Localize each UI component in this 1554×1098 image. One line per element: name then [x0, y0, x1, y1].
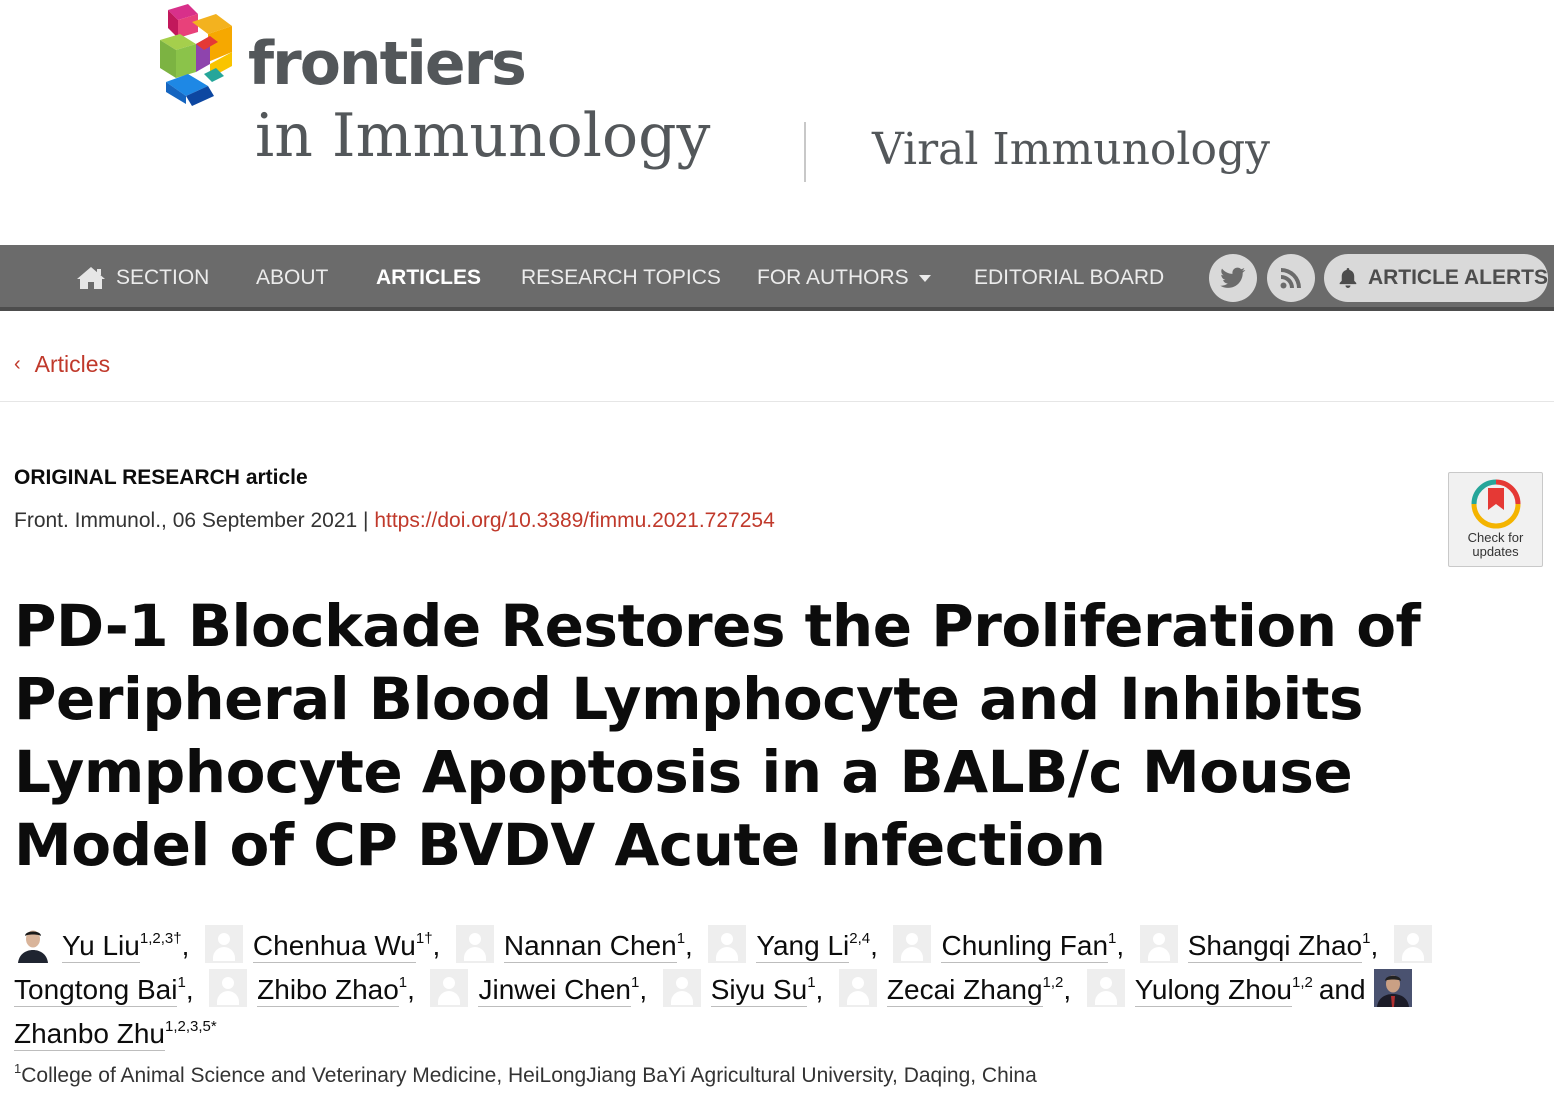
site-header: frontiers in Immunology Viral Immunology	[0, 0, 1554, 245]
author-affiliation-sup: 1,2,3,5*	[165, 1018, 217, 1035]
author-affiliation-sup: 2,4	[849, 930, 871, 947]
brand-name[interactable]: frontiers	[248, 34, 527, 94]
author-avatar	[1139, 925, 1178, 963]
nav-item-articles[interactable]: ARTICLES	[376, 245, 481, 311]
article-type-bold: ORIGINAL RESEARCH	[14, 466, 240, 489]
author-affiliation-sup: 1,2	[1291, 974, 1313, 991]
journal-name[interactable]: in Immunology	[255, 106, 710, 166]
nav-item-editorial-board[interactable]: EDITORIAL BOARD	[974, 245, 1164, 311]
nav-label: ABOUT	[256, 266, 329, 289]
author-affiliation-sup: 1	[1362, 930, 1371, 947]
nav-label: EDITORIAL BOARD	[974, 266, 1165, 289]
author-avatar	[662, 969, 701, 1007]
frontiers-logo-icon[interactable]	[158, 4, 244, 106]
nav-item-for-authors[interactable]: FOR AUTHORS	[757, 245, 931, 311]
nav-item-section[interactable]: SECTION	[76, 245, 209, 311]
author-avatar	[1373, 969, 1412, 1007]
twitter-icon	[1220, 267, 1246, 288]
author-name[interactable]: Yang Li	[756, 930, 850, 963]
author-avatar	[1393, 925, 1432, 963]
author-item[interactable]: Nannan Chen1,	[455, 925, 701, 963]
nav-label: ARTICLES	[376, 266, 481, 289]
check-for-updates-badge[interactable]: Check for updates	[1448, 472, 1543, 567]
rss-button[interactable]	[1267, 254, 1315, 302]
article-title: PD-1 Blockade Restores the Proliferation…	[14, 592, 1421, 879]
header-divider	[804, 122, 806, 182]
nav-label: RESEARCH TOPICS	[521, 266, 721, 289]
article-type: ORIGINAL RESEARCH article	[14, 466, 308, 490]
author-item[interactable]	[1393, 925, 1442, 963]
doi-link[interactable]: https://doi.org/10.3389/fimmu.2021.72725…	[374, 509, 774, 532]
author-avatar	[893, 925, 932, 963]
breadcrumb[interactable]: ‹ Articles	[14, 351, 110, 378]
author-name[interactable]: Jinwei Chen	[478, 974, 632, 1007]
and-word: and	[1318, 974, 1366, 1005]
author-name[interactable]: Yu Liu	[62, 930, 140, 963]
author-name[interactable]: Zhibo Zhao	[257, 974, 399, 1007]
nav-label: FOR AUTHORS	[757, 266, 909, 289]
nav-item-about[interactable]: ABOUT	[256, 245, 328, 311]
affiliation-text: College of Animal Science and Veterinary…	[21, 1064, 1037, 1087]
author-affiliation-sup: 1	[398, 974, 408, 991]
author-name[interactable]: Zecai Zhang	[886, 974, 1043, 1007]
author-name[interactable]: Chenhua Wu	[252, 930, 416, 963]
author-item[interactable]: Yang Li2,4,	[708, 925, 885, 963]
author-avatar	[708, 925, 747, 963]
author-item[interactable]: Tongtong Bai1,	[14, 974, 201, 1007]
article-citation-line: Front. Immunol., 06 September 2021 | htt…	[14, 509, 775, 533]
author-avatar	[455, 925, 494, 963]
section-name[interactable]: Viral Immunology	[872, 128, 1270, 172]
author-name[interactable]: Siyu Su	[710, 974, 808, 1007]
article-alerts-button[interactable]: ARTICLE ALERTS	[1324, 254, 1548, 302]
author-item[interactable]: Zhanbo Zhu1,2,3,5*	[14, 1018, 217, 1051]
author-affiliation-sup: 1	[807, 974, 816, 991]
author-item[interactable]: Chunling Fan1,	[893, 925, 1131, 963]
bell-icon	[1339, 268, 1357, 288]
author-affiliation-sup: 1	[676, 930, 686, 947]
author-affiliation-sup: 1	[177, 974, 186, 991]
author-avatar	[204, 925, 243, 963]
breadcrumb-articles-link[interactable]: Articles	[35, 351, 110, 378]
article-alerts-label: ARTICLE ALERTS	[1367, 266, 1548, 289]
check-for-updates-label: Check for updates	[1467, 530, 1524, 559]
author-name[interactable]: Chunling Fan	[941, 930, 1109, 963]
nav-label: SECTION	[116, 266, 210, 289]
author-item[interactable]: Chenhua Wu1†,	[204, 925, 448, 963]
author-item[interactable]: Yulong Zhou1,2	[1086, 969, 1313, 1007]
crossmark-icon	[1471, 479, 1520, 529]
chevron-left-icon: ‹	[14, 353, 21, 375]
author-affiliation-sup: 1,2	[1042, 974, 1064, 991]
author-item[interactable]: Jinwei Chen1,	[430, 969, 654, 1007]
author-item[interactable]: Siyu Su1,	[662, 969, 831, 1007]
author-affiliation-sup: 1†	[415, 930, 433, 947]
author-avatar	[209, 969, 248, 1007]
author-list: Yu Liu1,2,3†, Chenhua Wu1†, Nannan Chen1…	[14, 924, 1514, 1056]
author-avatar	[14, 925, 52, 963]
author-avatar	[430, 969, 469, 1007]
twitter-button[interactable]	[1209, 254, 1257, 302]
author-item[interactable]: Shangqi Zhao1,	[1139, 925, 1386, 963]
article-type-rest: article	[245, 466, 308, 489]
rss-icon	[1280, 268, 1301, 289]
author-item[interactable]: Yu Liu1,2,3†,	[14, 925, 197, 963]
author-item[interactable]: Zhibo Zhao1,	[209, 969, 423, 1007]
main-navbar: SECTION ABOUT ARTICLES RESEARCH TOPICS F…	[0, 245, 1554, 311]
author-avatar	[838, 969, 877, 1007]
author-name[interactable]: Shangqi Zhao	[1187, 930, 1363, 963]
author-avatar	[1086, 969, 1125, 1007]
author-name[interactable]: Zhanbo Zhu	[14, 1018, 165, 1051]
nav-item-research-topics[interactable]: RESEARCH TOPICS	[521, 245, 721, 311]
breadcrumb-divider	[0, 401, 1554, 402]
author-affiliation-sup: 1	[631, 974, 640, 991]
author-name[interactable]: Tongtong Bai	[14, 974, 178, 1007]
caret-down-icon	[918, 274, 931, 282]
author-affiliation-sup: 1,2,3†	[139, 930, 182, 947]
author-name[interactable]: Nannan Chen	[503, 930, 677, 963]
author-item[interactable]: Zecai Zhang1,2,	[838, 969, 1079, 1007]
affiliation: 1College of Animal Science and Veterinar…	[14, 1062, 1037, 1088]
home-icon	[77, 267, 105, 289]
author-name[interactable]: Yulong Zhou	[1134, 974, 1292, 1007]
citation-text: Front. Immunol., 06 September 2021 |	[14, 509, 375, 532]
author-affiliation-sup: 1	[1108, 930, 1117, 947]
